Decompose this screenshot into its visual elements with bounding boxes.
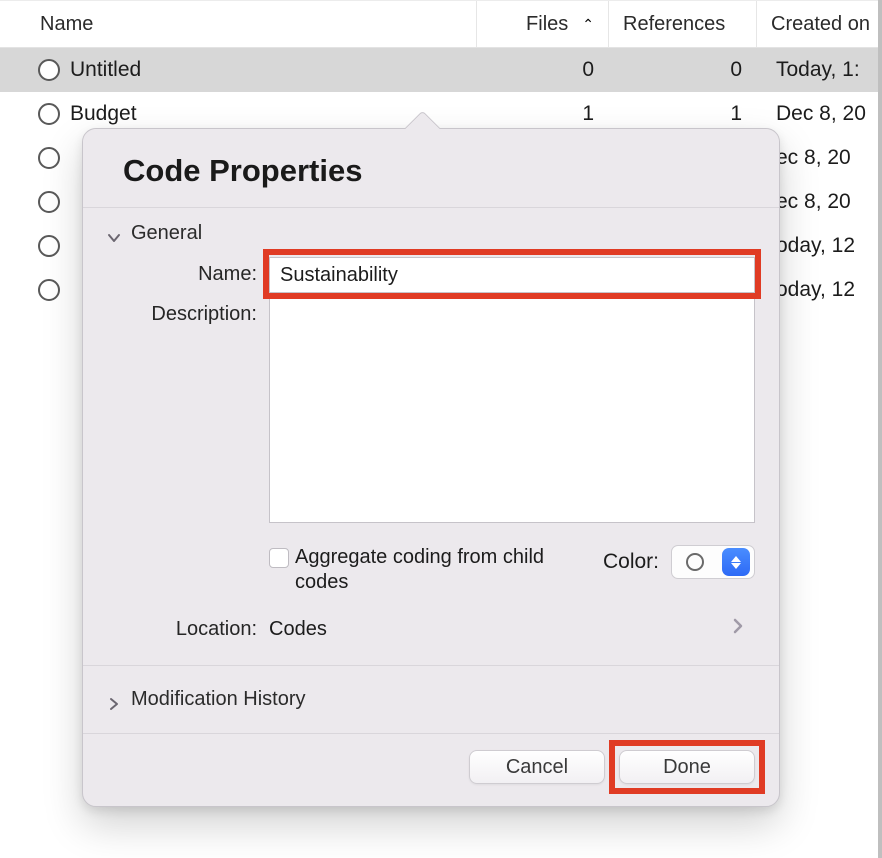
cell-references: 1 <box>608 102 756 126</box>
up-down-icon <box>731 556 741 569</box>
node-color-icon <box>38 147 60 169</box>
description-field-label: Description: <box>107 297 257 326</box>
description-textarea[interactable] <box>269 297 755 523</box>
section-general-label: General <box>131 222 202 245</box>
chevron-right-icon <box>107 693 121 707</box>
column-header-name[interactable]: Name <box>0 1 476 47</box>
table-header-row: Name Files ⌃ References Created on <box>0 0 882 48</box>
chevron-down-icon <box>107 227 121 241</box>
dialog-footer: Cancel Done <box>83 733 779 806</box>
node-color-icon <box>38 235 60 257</box>
color-stepper-button[interactable] <box>722 548 750 576</box>
column-header-files-label: Files <box>526 13 568 36</box>
done-button[interactable]: Done <box>619 750 755 784</box>
color-field-label: Color: <box>603 550 659 574</box>
cell-files: 1 <box>476 102 608 126</box>
window-right-edge <box>878 0 882 858</box>
section-general-header[interactable]: General <box>107 222 755 245</box>
table-row[interactable]: Untitled00Today, 1: <box>0 48 882 92</box>
column-header-created-on[interactable]: Created on <box>756 1 882 47</box>
name-input[interactable] <box>269 257 755 293</box>
location-value[interactable]: Codes <box>269 618 719 641</box>
row-name-label: Untitled <box>70 58 141 82</box>
cell-references: 0 <box>608 58 756 82</box>
section-general: General Name: Description: Aggregate cod… <box>83 208 779 665</box>
name-field-label: Name: <box>107 257 257 286</box>
cancel-button[interactable]: Cancel <box>469 750 605 784</box>
node-color-icon <box>38 279 60 301</box>
column-header-files[interactable]: Files ⌃ <box>476 1 608 47</box>
section-modification-history-label: Modification History <box>131 688 306 711</box>
node-color-icon <box>38 191 60 213</box>
cell-name: Budget <box>0 102 476 126</box>
row-name-label: Budget <box>70 102 137 126</box>
cell-name: Untitled <box>0 58 476 82</box>
code-properties-dialog: Code Properties General Name: Descriptio… <box>82 128 780 807</box>
sort-ascending-icon: ⌃ <box>582 16 594 33</box>
color-picker[interactable] <box>671 545 755 579</box>
section-modification-history-header[interactable]: Modification History <box>83 665 779 733</box>
color-swatch-none-icon <box>686 553 704 571</box>
cell-created-on: Dec 8, 20 <box>756 102 882 126</box>
aggregate-checkbox-label: Aggregate coding from child codes <box>295 545 559 595</box>
dialog-title: Code Properties <box>83 129 779 208</box>
cell-files: 0 <box>476 58 608 82</box>
column-header-references[interactable]: References <box>608 1 756 47</box>
aggregate-checkbox[interactable] <box>269 548 289 568</box>
node-color-icon <box>38 59 60 81</box>
cell-created-on: Today, 1: <box>756 58 882 82</box>
location-field-label: Location: <box>107 618 257 641</box>
chevron-right-icon <box>731 617 755 641</box>
node-color-icon <box>38 103 60 125</box>
